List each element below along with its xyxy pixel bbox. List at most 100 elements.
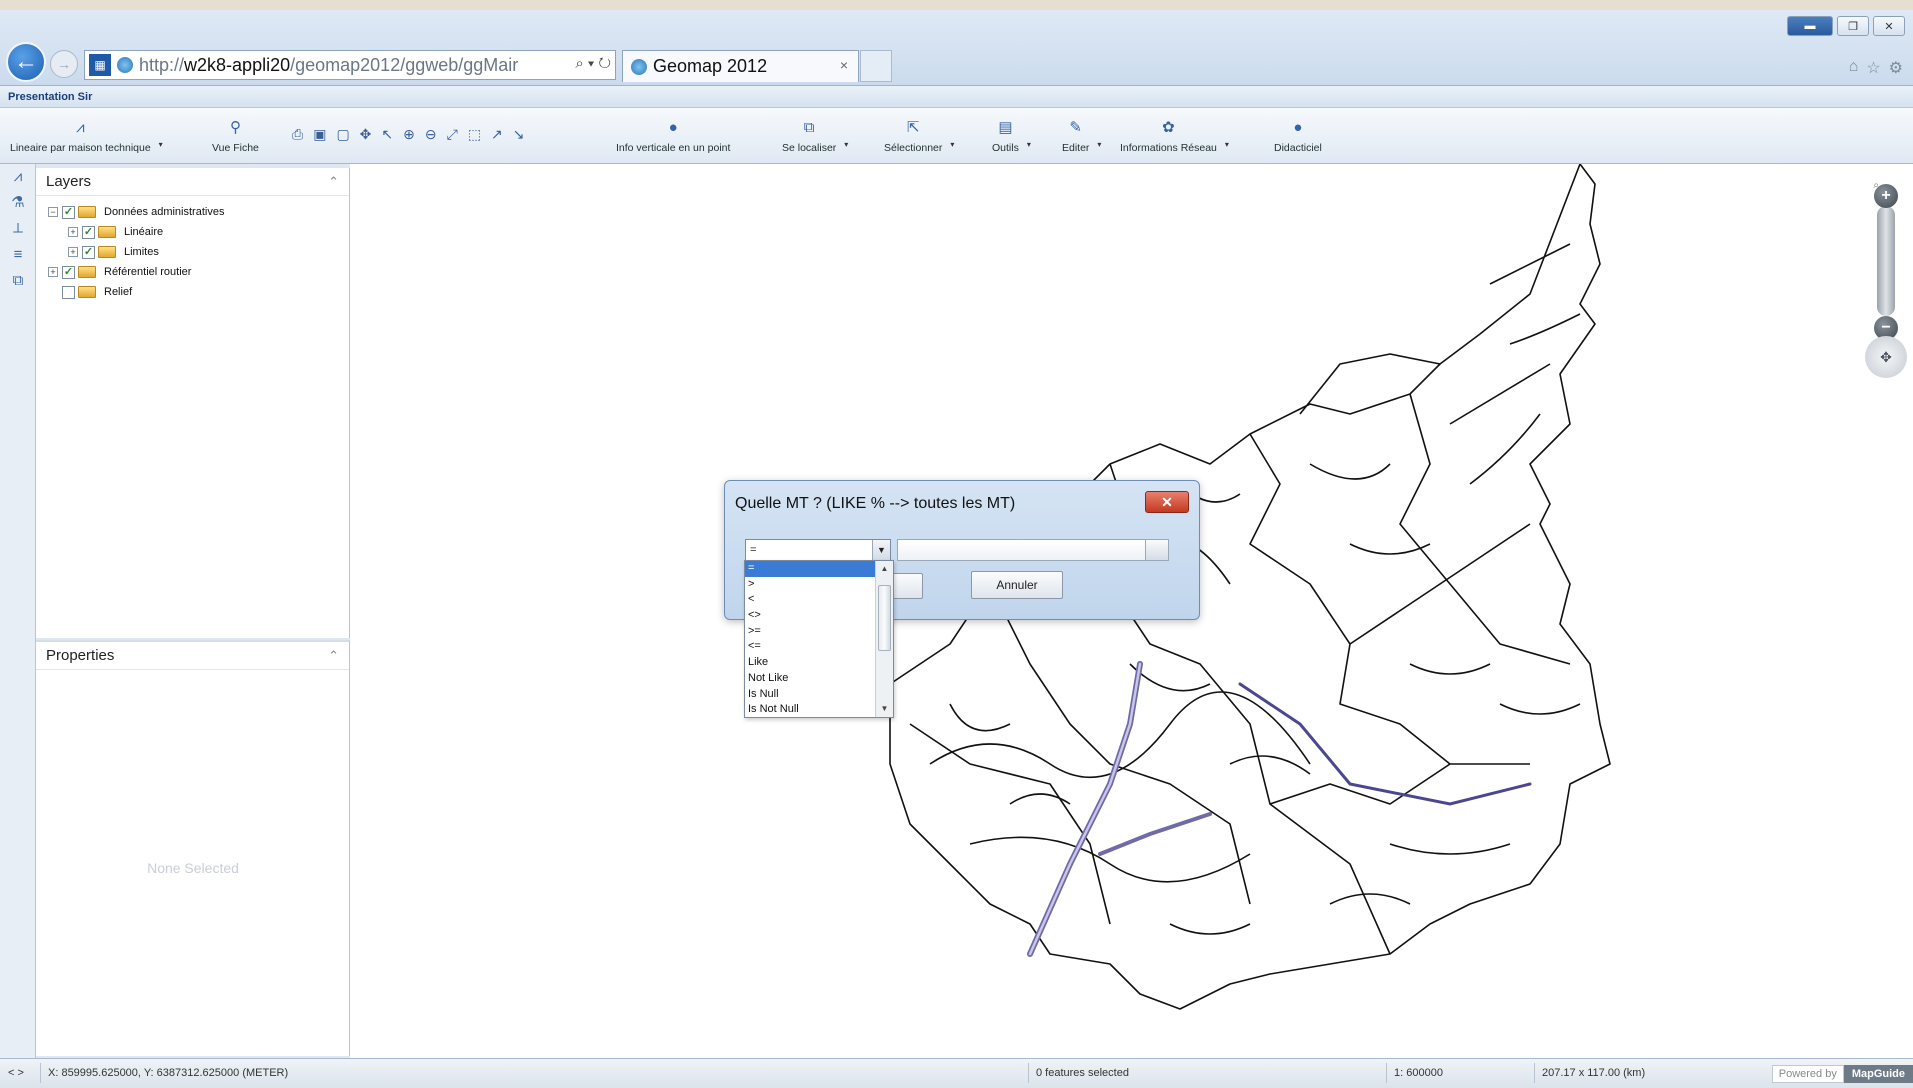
chevron-down-icon[interactable]: ▼ — [872, 540, 890, 560]
back-button[interactable]: ← — [6, 42, 46, 82]
tab-favicon — [631, 58, 647, 75]
collapse-icon[interactable]: ⌃ — [328, 648, 339, 664]
layer-row[interactable]: + ✓ Linéaire — [48, 222, 349, 242]
layer-tree: − ✓ Données administratives + ✓ Linéaire… — [36, 196, 349, 302]
search-refresh-icons[interactable]: ⌕ ▾ ↻ — [571, 55, 611, 72]
globe-icon — [117, 57, 133, 73]
filter-icon[interactable]: ⚗ — [0, 190, 36, 216]
layer-checkbox[interactable]: ✓ — [82, 245, 95, 259]
site-icon: ▦ — [89, 54, 111, 76]
left-tool-strip: ⩘ ⚗ ⟂ ≡ ⧉ — [0, 164, 36, 1058]
zoom-out-icon[interactable]: ⊖ — [425, 126, 437, 143]
dropdown-option[interactable]: > — [745, 577, 893, 593]
tool-vue-fiche[interactable]: ⚲ Vue Fiche — [212, 114, 259, 154]
url-prefix: http:// — [139, 54, 185, 75]
dropdown-option[interactable]: = — [745, 561, 893, 577]
expand-node-icon[interactable]: + — [68, 247, 78, 257]
operator-dropdown-list[interactable]: = > < <> >= <= Like Not Like Is Null Is … — [744, 560, 894, 718]
zoom-track[interactable] — [1877, 206, 1895, 316]
dropdown-option[interactable]: Is Null — [745, 687, 893, 703]
mapguide-logo: MapGuide — [1843, 1065, 1913, 1083]
tab-close-icon[interactable]: × — [840, 57, 848, 73]
zoom-rect-icon[interactable]: ▢ — [336, 126, 349, 143]
address-bar[interactable]: ▦ http://w2k8-appli20/geomap2012/ggweb/g… — [84, 50, 616, 80]
collapse-icon[interactable]: ⌃ — [328, 174, 339, 190]
layer-checkbox[interactable]: ✓ — [82, 225, 95, 239]
scroll-thumb[interactable] — [878, 585, 891, 651]
main-toolbar: ⩘ Lineaire par maison technique ▾ ⚲ Vue … — [0, 108, 1913, 164]
dropdown-option[interactable]: <= — [745, 639, 893, 655]
home-icon[interactable]: ⌂ — [1849, 58, 1859, 78]
close-window-button[interactable]: ✕ — [1873, 16, 1905, 36]
forward-button[interactable]: → — [50, 50, 78, 78]
tool-informations-reseau[interactable]: ✿ Informations Réseau ▾ — [1120, 114, 1229, 154]
layer-checkbox[interactable]: ✓ — [62, 265, 75, 279]
minimize-button[interactable]: ▬ — [1787, 16, 1833, 36]
powered-by: Powered by MapGuide — [1771, 1063, 1913, 1085]
expand-node-icon[interactable]: + — [48, 267, 58, 277]
save-icon[interactable]: ▣ — [313, 126, 326, 143]
pan-control-icon[interactable]: ✥ — [1865, 336, 1907, 378]
value-input[interactable] — [897, 539, 1147, 561]
tool-se-localiser[interactable]: ⧉ Se localiser ▾ — [782, 114, 848, 154]
dropdown-option[interactable]: < — [745, 592, 893, 608]
zoom-extent-icon[interactable]: ⤢ — [447, 126, 458, 143]
nav-arrows-icon[interactable]: < > — [8, 1067, 24, 1079]
dropdown-option[interactable]: >= — [745, 624, 893, 640]
dropdown-option[interactable]: Is Not Null — [745, 702, 893, 718]
dropdown-option[interactable]: <> — [745, 608, 893, 624]
layer-row[interactable]: + ✓ Limites — [48, 242, 349, 262]
zoom-in-icon[interactable]: ⊕ — [403, 126, 415, 143]
tool-info-verticale[interactable]: ● Info verticale en un point — [616, 114, 730, 154]
expand-node-icon[interactable]: + — [68, 227, 78, 237]
gear-icon[interactable]: ⚙ — [1889, 58, 1903, 78]
pointer-icon[interactable]: ↗ — [491, 126, 503, 143]
help-icon: ● — [1293, 119, 1303, 136]
layer-checkbox[interactable] — [62, 285, 75, 299]
layers-icon[interactable]: ≡ — [0, 242, 36, 268]
coordinates-readout: X: 859995.625000, Y: 6387312.625000 (MET… — [48, 1067, 289, 1079]
dropdown-option[interactable]: Like — [745, 655, 893, 671]
dropdown-option[interactable]: Not Like — [745, 671, 893, 687]
no-selection-text: None Selected — [147, 860, 239, 876]
operator-select[interactable]: = ▼ — [745, 539, 891, 561]
folder-icon — [78, 206, 96, 218]
layer-checkbox[interactable]: ✓ — [62, 205, 75, 219]
binoculars-icon[interactable]: ⧉ — [0, 268, 36, 294]
print-icon[interactable]: ⎙ — [292, 126, 303, 143]
clear-select-icon[interactable]: ↘ — [513, 126, 525, 143]
star-icon[interactable]: ☆ — [1866, 58, 1880, 78]
zoom-in-icon[interactable]: + — [1874, 184, 1898, 208]
tool-outils[interactable]: ▤ Outils ▾ — [992, 114, 1031, 154]
measure-icon[interactable]: ⟂ — [0, 216, 36, 242]
tool-lineaire[interactable]: ⩘ Lineaire par maison technique ▾ — [10, 114, 163, 154]
select-icon[interactable]: ⬚ — [468, 126, 481, 143]
dialog-close-button[interactable]: ✕ — [1145, 491, 1189, 513]
tool-didacticiel[interactable]: ● Didacticiel — [1274, 114, 1322, 154]
tool-editer[interactable]: ✎ Editer ▾ — [1062, 114, 1101, 154]
selection-count: 0 features selected — [1036, 1067, 1129, 1079]
app-title: Presentation Sir — [0, 86, 1913, 108]
browser-tab[interactable]: Geomap 2012 × — [622, 50, 859, 82]
layer-row[interactable]: − ✓ Données administratives — [48, 202, 349, 222]
pan-icon[interactable]: ✥ — [360, 126, 372, 143]
window-frame — [0, 0, 1913, 10]
collapse-node-icon[interactable]: − — [48, 207, 58, 217]
layer-row[interactable]: + ✓ Référentiel routier — [48, 262, 349, 282]
scroll-up-icon[interactable]: ▲ — [876, 561, 893, 577]
zoom-prev-icon[interactable]: ↖ — [381, 126, 393, 143]
folder-icon — [78, 266, 96, 278]
tool-selectionner[interactable]: ⇱ Sélectionner ▾ — [884, 114, 954, 154]
cancel-button[interactable]: Annuler — [971, 571, 1063, 599]
layers-panel: Layers ⌃ − ✓ Données administratives + ✓… — [36, 168, 350, 638]
scroll-down-icon[interactable]: ▼ — [876, 701, 893, 717]
line-chart-icon[interactable]: ⩘ — [0, 164, 36, 190]
select-tool-icon: ⇱ — [906, 119, 920, 136]
dropdown-scrollbar[interactable]: ▲ ▼ — [875, 561, 893, 717]
restore-button[interactable]: ❐ — [1837, 16, 1869, 36]
layer-row[interactable]: Relief — [48, 282, 349, 302]
zoom-slider[interactable]: + − ✥ — [1865, 176, 1907, 386]
dialog-title: Quelle MT ? (LIKE % --> toutes les MT) — [735, 495, 1016, 512]
value-picker-button[interactable] — [1145, 539, 1169, 561]
new-tab-button[interactable] — [860, 50, 892, 82]
